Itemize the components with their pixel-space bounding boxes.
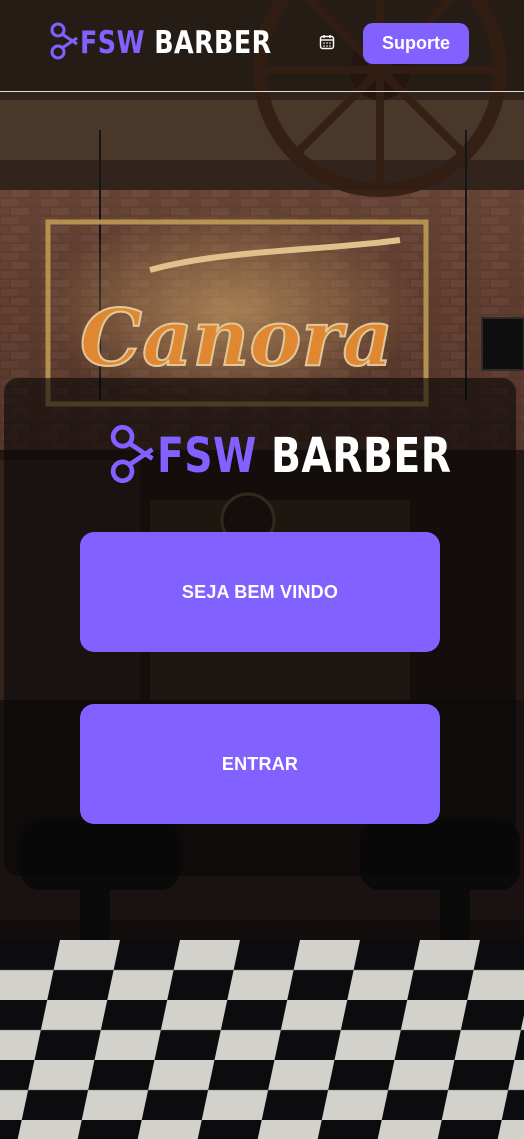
card-brand-word: BARBER — [271, 428, 452, 484]
brand-word: BARBER — [154, 25, 272, 61]
brand-accent: FSW — [80, 25, 145, 61]
support-button[interactable]: Suporte — [363, 23, 469, 64]
welcome-card: FSW BARBER SEJA BEM VINDO ENTRAR — [4, 378, 516, 876]
calendar-icon — [319, 34, 335, 55]
calendar-button[interactable] — [316, 34, 338, 54]
scissors-icon — [50, 22, 78, 65]
scissors-icon — [110, 424, 154, 489]
card-logo: FSW BARBER — [110, 424, 516, 489]
top-header: FSW BARBER Suporte — [0, 0, 524, 92]
enter-button[interactable]: ENTRAR — [80, 704, 440, 824]
card-brand-accent: FSW — [157, 428, 257, 484]
header-logo[interactable]: FSW BARBER — [50, 22, 314, 65]
brand-name: FSW BARBER — [80, 24, 272, 62]
card-brand-name: FSW BARBER — [157, 426, 451, 486]
welcome-button[interactable]: SEJA BEM VINDO — [80, 532, 440, 652]
